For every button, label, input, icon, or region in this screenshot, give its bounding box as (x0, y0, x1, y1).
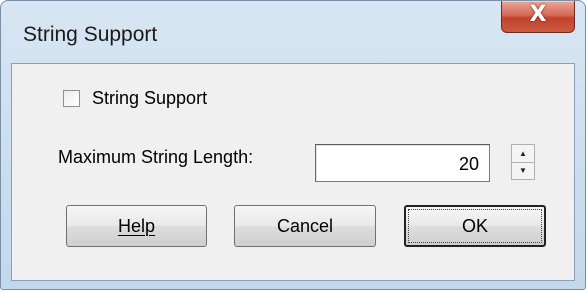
help-button[interactable]: Help (66, 205, 207, 247)
spin-down-icon[interactable]: ▼ (512, 162, 534, 179)
string-support-checkbox[interactable] (63, 90, 80, 107)
ok-button[interactable]: OK (404, 205, 546, 247)
cancel-button[interactable]: Cancel (234, 205, 376, 247)
ok-button-label: OK (461, 216, 488, 236)
string-support-label[interactable]: String Support (92, 88, 207, 109)
dialog-body: String Support Maximum String Length: 20… (11, 63, 575, 281)
close-button[interactable]: X (501, 1, 575, 33)
spin-up-icon[interactable]: ▲ (512, 145, 534, 163)
title-bar[interactable]: String Support X (1, 1, 585, 63)
close-icon: X (529, 2, 547, 27)
cancel-button-label: Cancel (276, 216, 334, 236)
max-length-input[interactable]: 20 (315, 144, 490, 182)
window-title: String Support (23, 23, 158, 46)
help-button-label: Help (117, 216, 156, 236)
max-length-spinner[interactable]: ▲ ▼ (511, 144, 535, 180)
dialog-window: String Support X String Support Maximum … (0, 0, 586, 290)
max-length-label: Maximum String Length: (58, 147, 254, 167)
